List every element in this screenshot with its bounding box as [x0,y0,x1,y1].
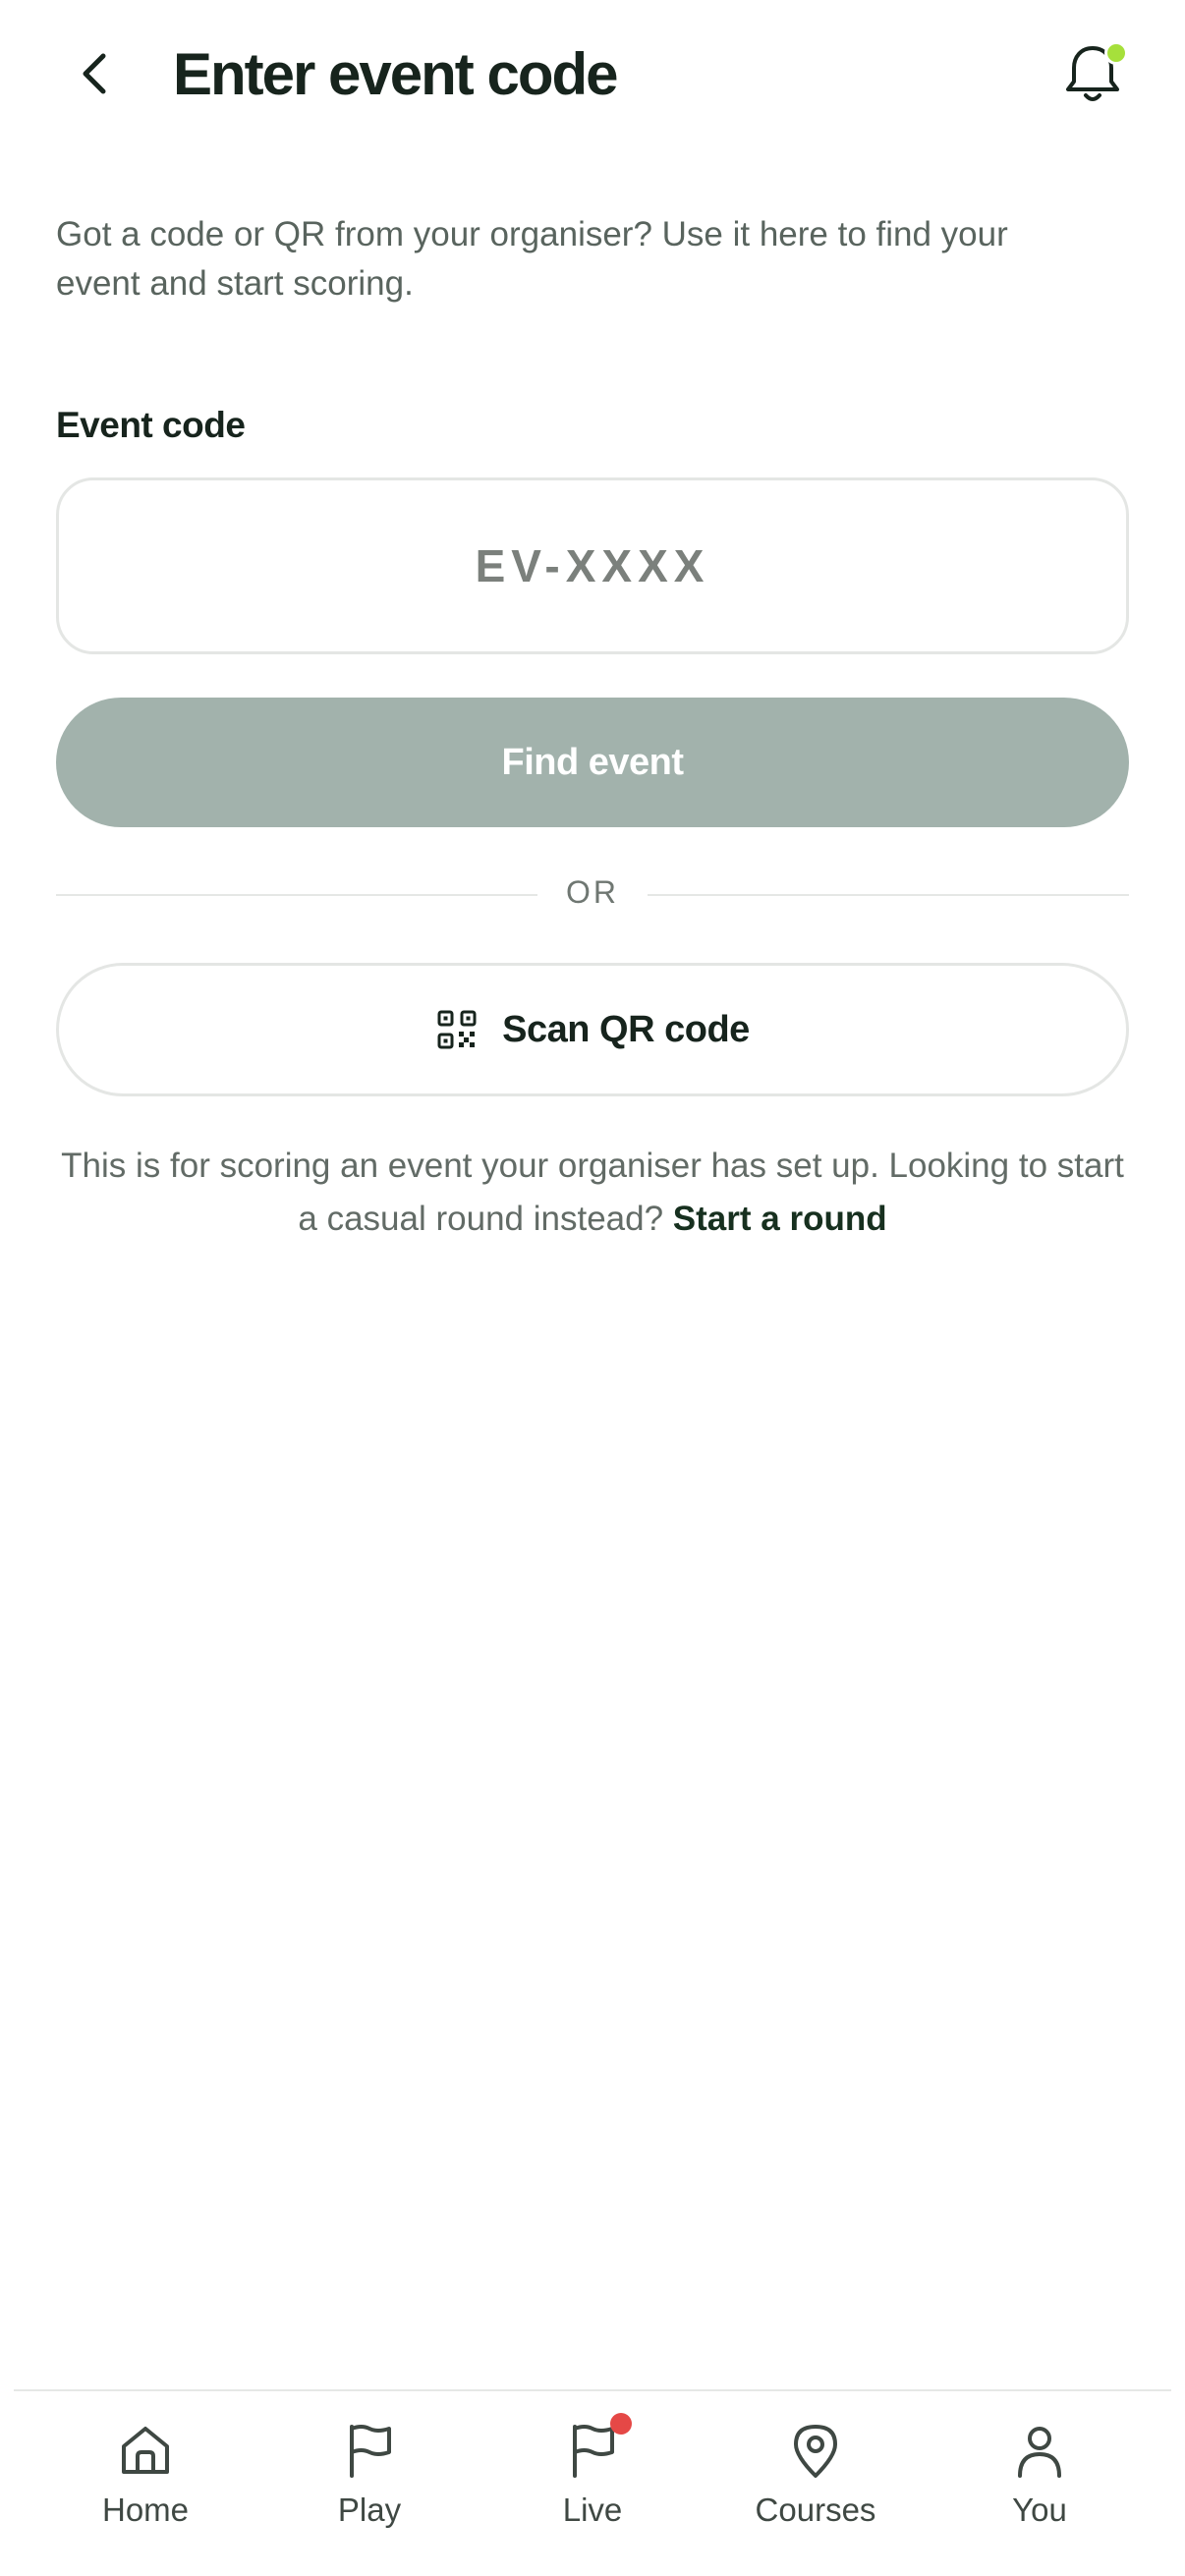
divider-line [56,894,537,896]
intro-text: Got a code or QR from your organiser? Us… [56,215,1008,303]
event-code-input[interactable] [56,477,1129,654]
home-icon [114,2419,177,2482]
scan-qr-button[interactable]: Scan QR code [56,963,1129,1096]
scan-qr-label: Scan QR code [502,1008,750,1050]
tab-courses-label: Courses [755,2492,876,2528]
qr-code-icon [435,1008,479,1051]
back-button[interactable] [61,39,130,108]
divider-line [648,894,1129,896]
flag-icon [561,2413,632,2482]
tab-live[interactable]: Live [484,2413,701,2550]
tab-play[interactable]: Play [261,2413,478,2550]
tab-you[interactable]: You [931,2413,1148,2550]
flag-icon [338,2419,401,2482]
tab-you-label: You [1012,2492,1067,2528]
notification-dot [1104,41,1128,65]
map-pin-icon [784,2419,847,2482]
user-icon [1008,2419,1071,2482]
footnote-text: This is for scoring an event your organi… [61,1147,1124,1238]
header: Enter event code [0,0,1185,147]
tab-courses[interactable]: Courses [707,2413,924,2550]
start-round-link[interactable]: Start a round [673,1200,887,1238]
tab-home-label: Home [101,2492,190,2528]
page-title: Enter event code [173,41,618,107]
footnote: This is for scoring an event your organi… [56,1140,1129,1246]
live-badge [610,2413,632,2435]
event-code-label: Event code [56,405,246,445]
tabbar-divider [14,2389,1171,2391]
tab-live-label: Live [562,2492,623,2528]
chevron-left-icon [83,53,106,94]
tab-home[interactable]: Home [37,2413,254,2550]
or-text: OR [566,874,619,910]
find-event-button[interactable]: Find event [56,698,1129,827]
or-divider: OR [56,865,1129,925]
tab-play-label: Play [337,2492,402,2528]
